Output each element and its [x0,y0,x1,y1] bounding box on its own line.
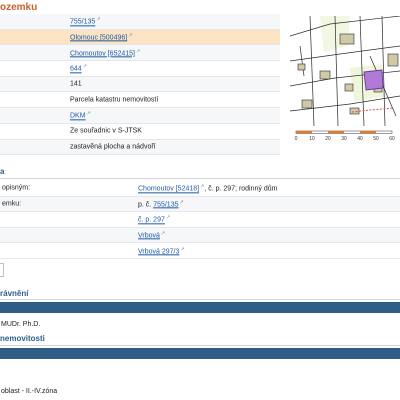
parcel-info-row: 141 [0,76,280,93]
map-building [297,63,306,71]
parcel-info-value[interactable]: Chomoutov [652415]↗ [70,48,140,57]
parcel-info-row: Ze souřadnic v S-JTSK [0,124,280,140]
external-link-icon: ↗ [180,246,185,253]
parcel-info-value[interactable]: 644↗ [70,64,87,73]
building-info-value[interactable]: p. č. 755/135↗ [138,199,184,208]
map-scale-label: 0 [295,136,298,142]
parcel-info-value[interactable]: Olomouc [500496]↗ [70,32,132,41]
building-info-value[interactable]: Vrbová 297/3↗ [138,246,185,255]
parcel-info-value: 141 [70,81,82,88]
parcel-info-link[interactable]: Olomouc [500496] [70,35,127,42]
parcel-map[interactable]: 0 10 20 30 40 50 60 [290,16,400,142]
parcel-info-text: zastavěná plocha a nádvoří [70,143,156,151]
property-section-title: nemovitosti [0,334,45,343]
map-scale-label: 20 [325,136,331,142]
map-scale-label: 10 [309,136,315,142]
parcel-info-link[interactable]: 755/135 [70,19,95,26]
parcel-info-table: 755/135↗ Olomouc [500496]↗ Chomoutov [6524… [0,14,280,156]
map-scale-label: 60 [389,136,395,142]
map-scale-segment [328,131,344,134]
building-info-row: Vrbová 297/3↗ [0,243,400,259]
parcel-info-value[interactable]: 755/135↗ [70,17,101,26]
map-building [339,33,355,45]
external-link-icon: ↗ [82,63,87,70]
parcel-info-row: zastavěná plocha a nádvoří [0,139,280,156]
parcel-info-row: 644↗ [0,61,280,77]
parcel-section-title: ozemku [0,2,38,13]
map-selected-parcel [363,69,384,91]
parcel-info-value: Ze souřadnic v S-JTSK [70,128,142,135]
parcel-info-link[interactable]: 644 [70,66,82,73]
map-building [301,99,313,109]
parcel-info-row: Parcela katastru nemovitostí [0,92,280,109]
property-table-header [0,348,400,359]
collapse-tab[interactable] [0,263,4,277]
building-info-value[interactable]: Chomoutov [52418]↗, č. p. 297; rodinný d… [138,184,277,193]
map-building [319,70,331,80]
protection-zone-text: oblast - II.-IV.zóna [1,388,58,395]
rights-section-title: rávnění [0,289,29,298]
building-info-link[interactable]: Chomoutov [52418] [138,186,199,193]
map-building [387,53,399,67]
map-building [344,83,354,92]
building-info-value[interactable]: č. p. 297↗ [138,215,170,224]
map-scale-label: 30 [341,136,347,142]
building-info-link[interactable]: Vrbová 297/3 [138,248,179,255]
map-scale-label: 40 [357,136,363,142]
building-info-prefix: p. č. [138,201,152,209]
building-info-label: emku: [2,200,22,208]
parcel-info-text: Ze souřadnic v S-JTSK [70,127,142,135]
external-link-icon: ↗ [136,48,141,55]
rights-table-header [0,302,400,313]
parcel-info-link[interactable]: Chomoutov [652415] [70,50,135,57]
parcel-info-row: DKM↗ [0,108,280,124]
building-info-rest: , č. p. 297; rodinný dům [204,185,278,193]
parcel-info-row: Chomoutov [652415]↗ [0,45,280,62]
cadastral-map-image[interactable]: 0 10 20 30 40 50 60 [290,16,400,142]
map-scale-label: 50 [373,136,379,142]
building-info-link[interactable]: Vrbová [138,233,160,240]
building-info-link[interactable]: č. p. 297 [138,217,165,224]
building-info-value[interactable]: Vrbová↗ [138,230,165,239]
building-info-table: opisným: Chomoutov [52418]↗, č. p. 297; r… [0,181,400,259]
external-link-icon: ↗ [179,199,184,206]
external-link-icon: ↗ [96,16,101,23]
external-link-icon: ↗ [86,110,91,117]
map-scale-segment [360,131,376,134]
building-info-row: emku: p. č. 755/135↗ [0,196,400,213]
parcel-info-row: 755/135↗ [0,14,280,30]
parcel-info-link[interactable]: DKM [70,113,86,120]
external-link-icon: ↗ [160,230,166,237]
building-info-row: opisným: Chomoutov [52418]↗, č. p. 297; r… [0,181,400,197]
parcel-info-text: 141 [70,80,82,88]
parcel-info-text: Parcela katastru nemovitostí [70,96,159,104]
building-section-title: a [0,167,5,176]
building-info-row: č. p. 297↗ [0,212,400,228]
building-info-row: Vrbová↗ [0,227,400,244]
external-link-icon: ↗ [165,214,171,221]
owner-name: MUDr. Ph.D. [1,321,41,328]
parcel-info-value: Parcela katastru nemovitostí [70,96,158,103]
map-scale-segment [296,131,312,134]
parcel-info-row: Olomouc [500496]↗ [0,29,280,46]
building-info-label: opisným: [2,184,31,192]
building-info-link[interactable]: 755/135 [153,202,178,209]
external-link-icon: ↗ [128,32,133,39]
parcel-info-value[interactable]: DKM↗ [70,111,91,120]
map-building [349,107,360,115]
parcel-info-value: zastavěná plocha a nádvoří [70,143,156,150]
